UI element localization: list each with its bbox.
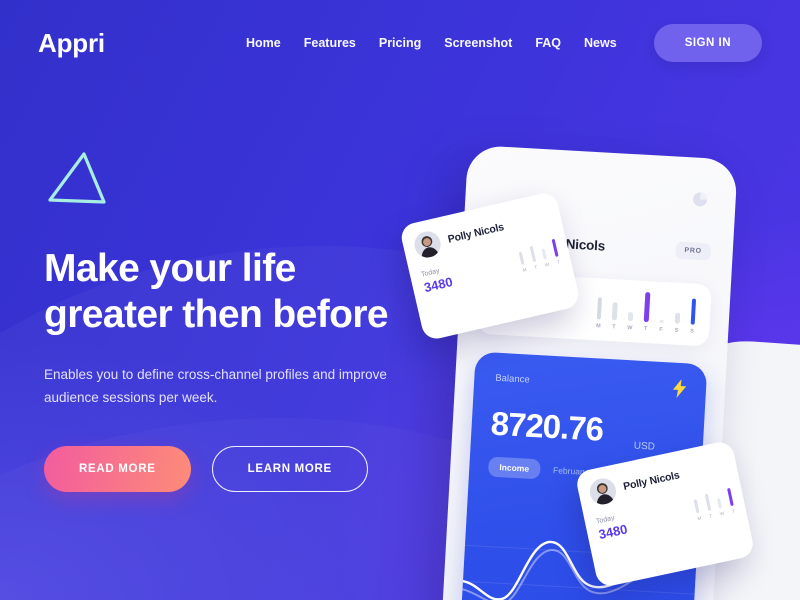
brand-logo[interactable]: Appri: [38, 28, 105, 59]
bar: [596, 297, 603, 320]
balance-label: Balance: [495, 372, 530, 386]
bar-day-label: M: [697, 515, 702, 522]
bar-day-label: S: [689, 328, 694, 335]
card-bar-chart: MTWT: [693, 487, 736, 521]
weekly-bar-chart: MTWTFSS: [596, 289, 697, 335]
bar: [612, 302, 618, 321]
bar-day-label: W: [544, 261, 550, 268]
bar-column: W: [715, 490, 725, 517]
bar: [674, 312, 680, 324]
balance-amount: 8720.76: [489, 404, 604, 448]
bar-column: S: [690, 295, 697, 335]
bar: [659, 319, 664, 324]
nav-item-features[interactable]: Features: [304, 36, 356, 50]
read-more-button[interactable]: READ MORE: [44, 445, 191, 492]
bar-column: M: [596, 289, 603, 329]
pro-badge: PRO: [675, 241, 712, 261]
nav-item-screenshot[interactable]: Screenshot: [444, 36, 512, 50]
site-header: Appri Home Features Pricing Screenshot F…: [0, 0, 800, 86]
nav-item-faq[interactable]: FAQ: [535, 36, 561, 50]
bar: [704, 493, 711, 511]
learn-more-button[interactable]: LEARN MORE: [211, 445, 368, 492]
nav-item-home[interactable]: Home: [246, 36, 281, 50]
hero-section: Make your life greater then before Enabl…: [44, 150, 464, 492]
bar-column: T: [551, 238, 561, 265]
bar: [694, 499, 700, 514]
bar-day-label: S: [674, 327, 679, 334]
bar: [529, 245, 536, 263]
bar-day-label: T: [612, 324, 616, 331]
bar-column: T: [612, 290, 619, 330]
bar-column: T: [727, 487, 736, 514]
bar-day-label: M: [522, 266, 528, 273]
bar-day-label: T: [643, 325, 648, 333]
bar-day-label: W: [626, 324, 633, 332]
bar-column: T: [643, 291, 650, 333]
bar: [541, 248, 548, 260]
bar: [727, 487, 734, 507]
card-stat: Today 3480: [595, 513, 628, 542]
hero-button-row: READ MORE LEARN MORE: [44, 445, 464, 492]
bar-column: T: [704, 493, 713, 519]
bar-day-label: T: [533, 264, 538, 270]
bar-column: W: [627, 291, 634, 331]
nav-item-news[interactable]: News: [584, 36, 617, 50]
main-navigation: Home Features Pricing Screenshot FAQ New…: [246, 24, 762, 62]
bar: [643, 291, 650, 323]
bar-day-label: W: [719, 510, 725, 517]
card-bar-chart: MTWT: [518, 238, 561, 273]
bar-column: M: [693, 495, 702, 521]
bar: [551, 238, 559, 257]
bar-day-label: T: [731, 508, 736, 514]
bar: [717, 498, 723, 509]
card-stat-value: 3480: [597, 521, 629, 543]
bar-day-label: M: [595, 323, 601, 330]
bar: [690, 298, 697, 325]
headline-line-2: greater then before: [44, 292, 389, 336]
page-title: Make your life greater then before: [44, 246, 464, 337]
pie-chart-icon[interactable]: [691, 190, 709, 208]
bar-day-label: F: [659, 326, 663, 333]
lightning-bolt-icon: [672, 379, 687, 398]
bar-column: F: [659, 293, 666, 333]
bar-column: M: [518, 246, 528, 273]
bar-column: T: [529, 244, 538, 270]
tab-income[interactable]: Income: [487, 456, 541, 480]
bar: [518, 251, 525, 265]
bar-column: W: [540, 241, 550, 268]
nav-item-pricing[interactable]: Pricing: [379, 36, 421, 50]
sign-in-button[interactable]: SIGN IN: [653, 24, 762, 62]
triangle-outline-icon: [48, 152, 106, 204]
bar: [627, 312, 633, 322]
bar-day-label: T: [556, 259, 561, 265]
bar-column: S: [674, 294, 681, 334]
balance-currency: USD: [633, 440, 656, 453]
hero-subtitle: Enables you to define cross-channel prof…: [44, 367, 387, 406]
bar-day-label: T: [708, 513, 713, 519]
headline-line-1: Make your life: [44, 247, 296, 290]
